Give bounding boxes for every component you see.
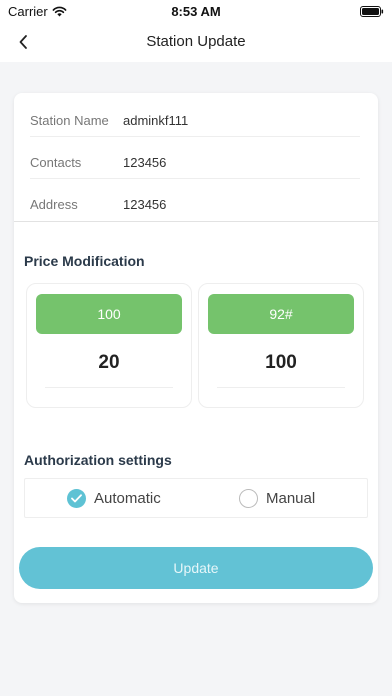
radio-checked-icon: [67, 489, 86, 508]
nav-bar: Station Update: [0, 22, 392, 62]
station-card: Station Name adminkf111 Contacts 123456 …: [14, 93, 378, 603]
fuel-grade-tag: 92#: [208, 294, 354, 334]
check-icon: [71, 494, 82, 503]
price-modification-title: Price Modification: [24, 253, 145, 269]
address-value[interactable]: 123456: [123, 197, 166, 212]
price-item: 100 20: [26, 283, 192, 408]
station-name-label: Station Name: [30, 113, 109, 128]
contacts-value[interactable]: 123456: [123, 155, 166, 170]
page-title: Station Update: [146, 33, 246, 50]
authorization-options: Automatic Manual: [24, 478, 368, 518]
radio-automatic[interactable]: Automatic: [67, 489, 161, 508]
contacts-row: Contacts 123456: [30, 138, 360, 179]
radio-manual-label: Manual: [266, 490, 316, 507]
price-input-underline: [45, 387, 173, 388]
price-item: 92# 100: [198, 283, 364, 408]
station-name-value[interactable]: adminkf111: [123, 113, 188, 128]
radio-manual[interactable]: Manual: [239, 489, 315, 508]
section-divider: [14, 221, 378, 222]
status-time: 8:53 AM: [171, 4, 221, 19]
price-amount-input[interactable]: 100: [199, 352, 363, 374]
status-bar: Carrier 8:53 AM: [0, 0, 392, 22]
radio-unchecked-icon: [239, 489, 258, 508]
contacts-label: Contacts: [30, 155, 82, 170]
authorization-settings-title: Authorization settings: [24, 452, 172, 468]
battery-icon: [360, 5, 384, 20]
address-label: Address: [30, 197, 78, 212]
price-amount-input[interactable]: 20: [27, 352, 191, 374]
station-name-row: Station Name adminkf111: [30, 96, 360, 137]
fuel-grade-tag: 100: [36, 294, 182, 334]
radio-automatic-label: Automatic: [94, 490, 161, 507]
update-button[interactable]: Update: [19, 547, 373, 589]
address-row: Address 123456: [30, 180, 360, 221]
price-input-underline: [217, 387, 345, 388]
